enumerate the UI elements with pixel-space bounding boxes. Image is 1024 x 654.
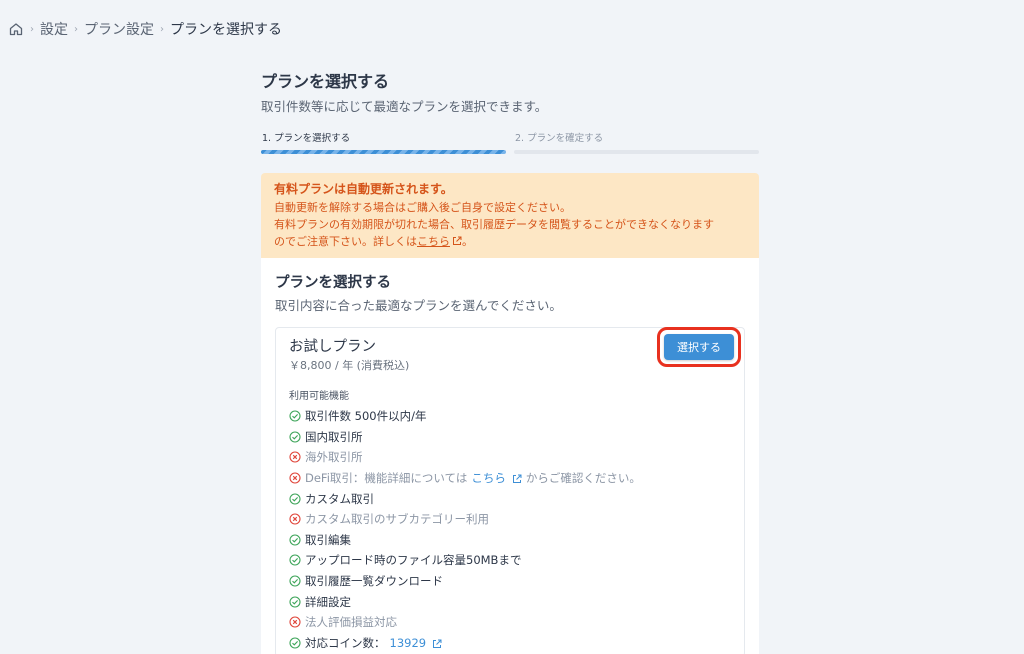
check-circle-icon bbox=[289, 575, 301, 587]
feature-text: DeFi取引：機能詳細については bbox=[305, 471, 468, 486]
feature-text: 詳細設定 bbox=[305, 594, 351, 609]
step-confirm-plan: 2. プランを確定する bbox=[514, 130, 759, 154]
external-link-icon[interactable] bbox=[432, 638, 442, 648]
x-circle-icon bbox=[289, 472, 301, 484]
plan-selection-card: プランを選択する 取引内容に合った最適なプランを選んでください。 お試しプラン … bbox=[261, 258, 759, 654]
step-progress-bar bbox=[514, 150, 759, 154]
warning-text: のでご注意下さい。詳しくは bbox=[274, 235, 417, 248]
check-circle-icon bbox=[289, 637, 301, 649]
card-subtitle: 取引内容に合った最適なプランを選んでください。 bbox=[275, 298, 562, 313]
warning-line: 自動更新を解除する場合はご購入後ご自身で設定ください。 bbox=[274, 201, 571, 214]
x-circle-icon bbox=[289, 513, 301, 525]
home-icon[interactable] bbox=[8, 21, 24, 37]
check-circle-icon bbox=[289, 534, 301, 546]
feature-text: カスタム取引のサブカテゴリー利用 bbox=[305, 512, 489, 527]
feature-item: アップロード時のファイル容量50MBまで bbox=[289, 550, 732, 571]
check-circle-icon bbox=[289, 431, 301, 443]
details-link[interactable]: こちら bbox=[417, 235, 450, 248]
step-progress-bar bbox=[261, 150, 506, 154]
chevron-right-icon: › bbox=[160, 23, 164, 35]
breadcrumb-current: プランを選択する bbox=[170, 22, 282, 38]
feature-link[interactable]: 13929 bbox=[390, 636, 427, 650]
feature-text: からご確認ください。 bbox=[525, 471, 641, 486]
stepper: 1. プランを選択する 2. プランを確定する bbox=[261, 130, 759, 154]
feature-item: 対応コイン数： 13929 bbox=[289, 633, 732, 654]
feature-item: 取引編集 bbox=[289, 530, 732, 551]
plan-option-trial: お試しプラン ￥8,800 / 年 (消費税込) 選択する 利用可能機能 取引件… bbox=[275, 327, 745, 654]
feature-text: アップロード時のファイル容量50MBまで bbox=[305, 553, 522, 568]
feature-text: 対応コイン数： bbox=[305, 635, 386, 650]
feature-text: カスタム取引 bbox=[305, 491, 374, 506]
feature-text: 取引履歴一覧ダウンロード bbox=[305, 574, 443, 589]
external-link-icon[interactable] bbox=[512, 473, 522, 484]
chevron-right-icon: › bbox=[74, 23, 78, 35]
auto-renew-warning: 有料プランは自動更新されます。 自動更新を解除する場合はご購入後ご自身で設定くだ… bbox=[261, 173, 759, 258]
feature-item: 詳細設定 bbox=[289, 591, 732, 612]
feature-item: カスタム取引 bbox=[289, 488, 732, 509]
breadcrumb: › 設定 › プラン設定 › プランを選択する bbox=[8, 18, 282, 40]
page-title: プランを選択する bbox=[261, 72, 390, 91]
check-circle-icon bbox=[289, 493, 301, 505]
warning-line: 有料プランの有効期限が切れた場合、取引履歴データを閲覧することができなくなります bbox=[274, 218, 714, 231]
step-label: 2. プランを確定する bbox=[515, 133, 604, 144]
chevron-right-icon: › bbox=[30, 23, 34, 35]
breadcrumb-item-settings[interactable]: 設定 bbox=[40, 19, 68, 39]
check-circle-icon bbox=[289, 554, 301, 567]
feature-item: カスタム取引のサブカテゴリー利用 bbox=[289, 509, 732, 530]
feature-text: 取引編集 bbox=[305, 532, 351, 547]
feature-item: 海外取引所 bbox=[289, 447, 732, 468]
feature-text: 法人評価損益対応 bbox=[305, 615, 397, 630]
feature-item: 取引件数 500件以内/年 bbox=[289, 406, 732, 427]
main-content: プランを選択する 取引件数等に応じて最適なプランを選択できます。 1. プランを… bbox=[261, 68, 759, 654]
check-circle-icon bbox=[289, 410, 301, 422]
external-link-icon[interactable] bbox=[452, 234, 462, 245]
warning-text: 。 bbox=[462, 235, 473, 248]
feature-item: 取引履歴一覧ダウンロード bbox=[289, 571, 732, 592]
step-select-plan: 1. プランを選択する bbox=[261, 130, 506, 154]
feature-item: 国内取引所 bbox=[289, 427, 732, 448]
select-button-highlight: 選択する bbox=[657, 327, 741, 367]
step-label: 1. プランを選択する bbox=[262, 133, 351, 144]
feature-item: DeFi取引：機能詳細については こちら からご確認ください。 bbox=[289, 468, 732, 489]
feature-text: 国内取引所 bbox=[305, 429, 363, 444]
feature-link[interactable]: こちら bbox=[471, 470, 506, 486]
x-circle-icon bbox=[289, 616, 301, 628]
select-plan-button[interactable]: 選択する bbox=[664, 334, 734, 360]
feature-text: 海外取引所 bbox=[305, 450, 363, 465]
features-label: 利用可能機能 bbox=[289, 391, 349, 402]
card-title: プランを選択する bbox=[275, 275, 391, 291]
x-circle-icon bbox=[289, 451, 301, 464]
feature-item: 法人評価損益対応 bbox=[289, 612, 732, 633]
page-subtitle: 取引件数等に応じて最適なプランを選択できます。 bbox=[261, 99, 548, 114]
warning-line: のでご注意下さい。詳しくはこちら。 bbox=[274, 233, 747, 250]
breadcrumb-item-plan-settings[interactable]: プラン設定 bbox=[84, 19, 154, 39]
warning-title: 有料プランは自動更新されます。 bbox=[274, 182, 453, 196]
check-circle-icon bbox=[289, 596, 301, 608]
feature-list: 取引件数 500件以内/年 国内取引所海外取引所 DeFi取引：機能詳細についてはこ… bbox=[289, 406, 732, 653]
feature-text: 取引件数 500件以内/年 bbox=[305, 409, 427, 424]
